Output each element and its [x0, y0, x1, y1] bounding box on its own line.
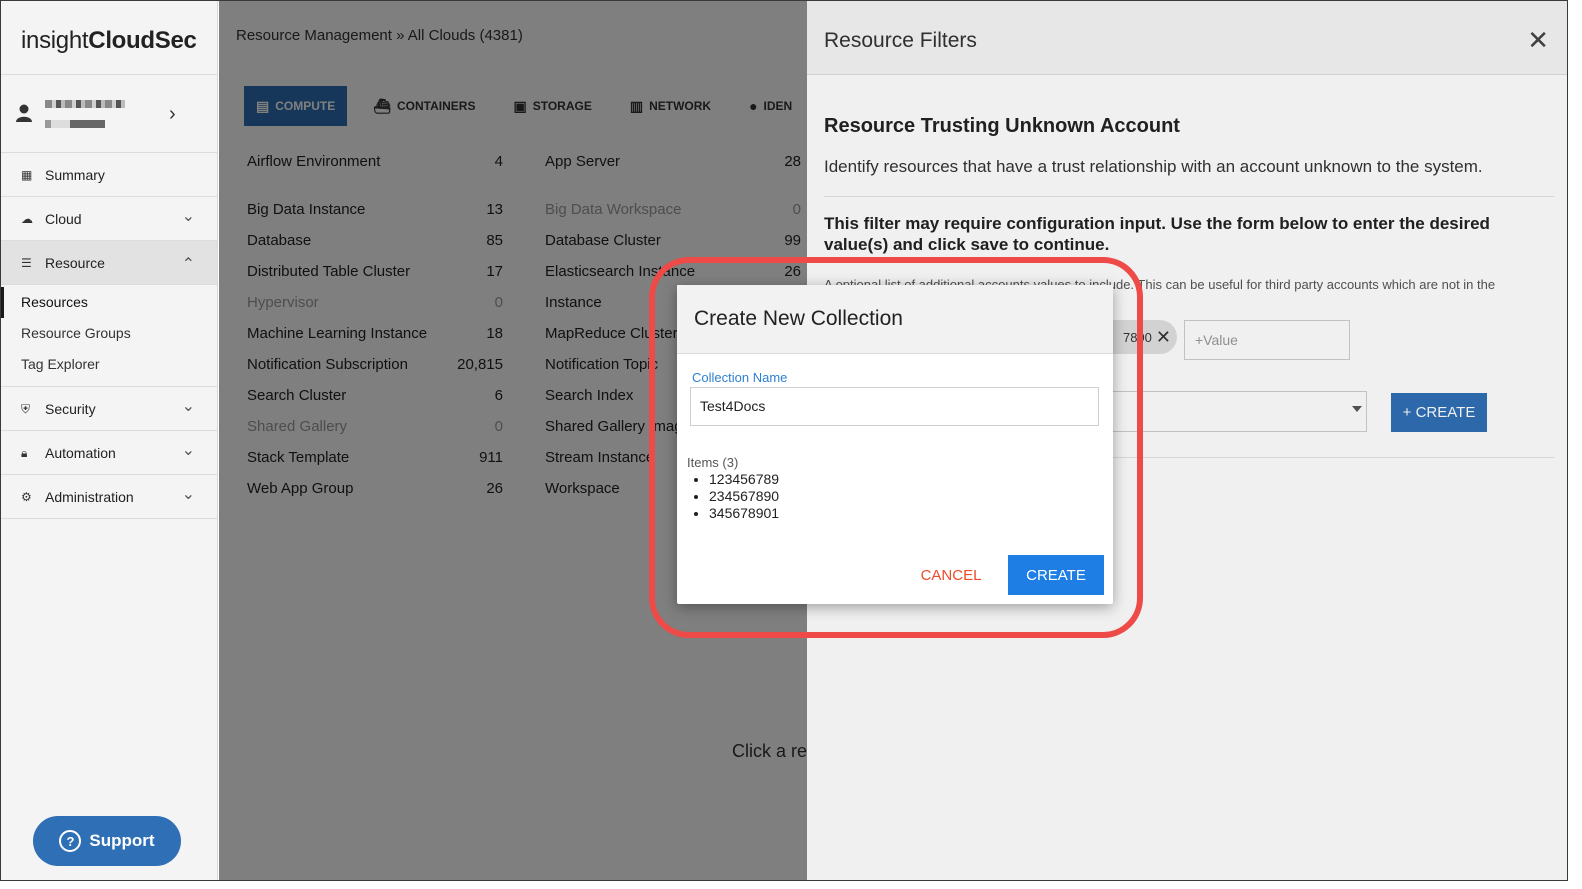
sidebar-item-resource[interactable]: ☰ Resource ⌃ — [1, 241, 217, 285]
list-icon: ☰ — [21, 256, 32, 270]
username-redacted — [45, 100, 125, 108]
chevron-right-icon[interactable]: › — [169, 103, 176, 126]
chevron-up-icon: ⌃ — [181, 256, 195, 273]
highlight-annotation — [649, 257, 1143, 638]
user-icon — [16, 104, 32, 122]
chevron-down-icon: ⌄ — [181, 486, 195, 503]
help-icon: ? — [59, 830, 82, 852]
shield-icon: ⛨ — [21, 402, 31, 416]
sidebar-item-label: Summary — [45, 167, 105, 183]
chevron-down-icon: ⌄ — [181, 398, 195, 415]
user-menu[interactable]: › — [1, 75, 217, 153]
sidebar-item-security[interactable]: ⛨ Security ⌄ — [1, 387, 217, 431]
logo[interactable]: insightCloudSec — [1, 1, 217, 75]
dashboard-icon: ▦ — [21, 168, 33, 182]
support-label: Support — [89, 831, 155, 850]
resource-subnav: Resources Resource Groups Tag Explorer — [1, 285, 217, 387]
sidebar-item-label: Cloud — [45, 211, 82, 227]
app-window: insightCloudSec › ▦ Summary ☁ Cloud ⌄ ☰ Reso… — [0, 0, 1568, 881]
sidebar-item-label: Automation — [45, 445, 116, 461]
logo-light-text: insight — [21, 27, 89, 54]
org-redacted — [45, 120, 105, 128]
sidebar-item-automation[interactable]: 🔒︎ Automation ⌄ — [1, 431, 217, 475]
sidebar-item-administration[interactable]: ⚙ Administration ⌄ — [1, 475, 217, 519]
sidebar-item-label: Resource — [45, 255, 105, 271]
lock-icon: 🔒︎ — [21, 446, 28, 460]
chevron-down-icon: ⌄ — [181, 208, 195, 225]
support-button[interactable]: ? Support — [33, 816, 181, 866]
logo-bold-text: CloudSec — [88, 27, 197, 54]
sidebar-item-cloud[interactable]: ☁ Cloud ⌄ — [1, 197, 217, 241]
sidebar-item-label: Security — [45, 401, 96, 417]
sidebar: insightCloudSec › ▦ Summary ☁ Cloud ⌄ ☰ Reso… — [1, 1, 218, 880]
subnav-resource-groups[interactable]: Resource Groups — [1, 318, 217, 349]
gear-icon: ⚙ — [21, 490, 32, 504]
sidebar-item-summary[interactable]: ▦ Summary — [1, 153, 217, 197]
subnav-resources[interactable]: Resources — [1, 287, 217, 318]
subnav-tag-explorer[interactable]: Tag Explorer — [1, 349, 217, 380]
cloud-icon: ☁ — [21, 212, 33, 226]
chevron-down-icon: ⌄ — [181, 442, 195, 459]
sidebar-item-label: Administration — [45, 489, 134, 505]
